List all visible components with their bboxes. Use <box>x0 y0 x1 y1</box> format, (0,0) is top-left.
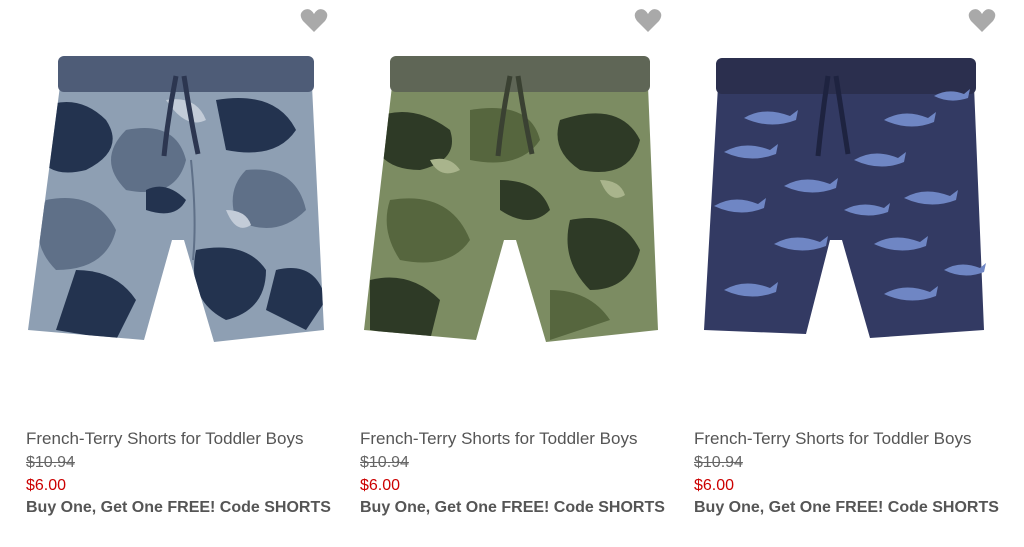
favorite-heart-icon[interactable] <box>968 8 996 34</box>
sale-price: $6.00 <box>694 477 735 494</box>
product-card[interactable]: French-Terry Shorts for Toddler Boys $10… <box>684 0 1008 547</box>
product-title[interactable]: French-Terry Shorts for Toddler Boys <box>360 429 637 449</box>
navy-shark-print-shorts-image <box>704 58 986 338</box>
sale-price: $6.00 <box>360 477 401 494</box>
favorite-heart-icon[interactable] <box>300 8 328 34</box>
blue-camo-shorts-image <box>28 56 324 342</box>
product-card[interactable]: French-Terry Shorts for Toddler Boys $10… <box>350 0 674 547</box>
promo-text: Buy One, Get One FREE! Code SHORTS <box>26 499 331 516</box>
original-price: $10.94 <box>694 454 743 471</box>
promo-text: Buy One, Get One FREE! Code SHORTS <box>694 499 999 516</box>
product-image[interactable] <box>16 0 340 415</box>
promo-text: Buy One, Get One FREE! Code SHORTS <box>360 499 665 516</box>
product-image[interactable] <box>350 0 674 415</box>
sale-price: $6.00 <box>26 477 67 494</box>
favorite-heart-icon[interactable] <box>634 8 662 34</box>
product-title[interactable]: French-Terry Shorts for Toddler Boys <box>26 429 303 449</box>
original-price: $10.94 <box>26 454 75 471</box>
product-title[interactable]: French-Terry Shorts for Toddler Boys <box>694 429 971 449</box>
product-card[interactable]: French-Terry Shorts for Toddler Boys $10… <box>16 0 340 547</box>
green-camo-shorts-image <box>364 56 658 342</box>
product-grid: French-Terry Shorts for Toddler Boys $10… <box>0 0 1024 547</box>
product-image[interactable] <box>684 0 1008 415</box>
original-price: $10.94 <box>360 454 409 471</box>
